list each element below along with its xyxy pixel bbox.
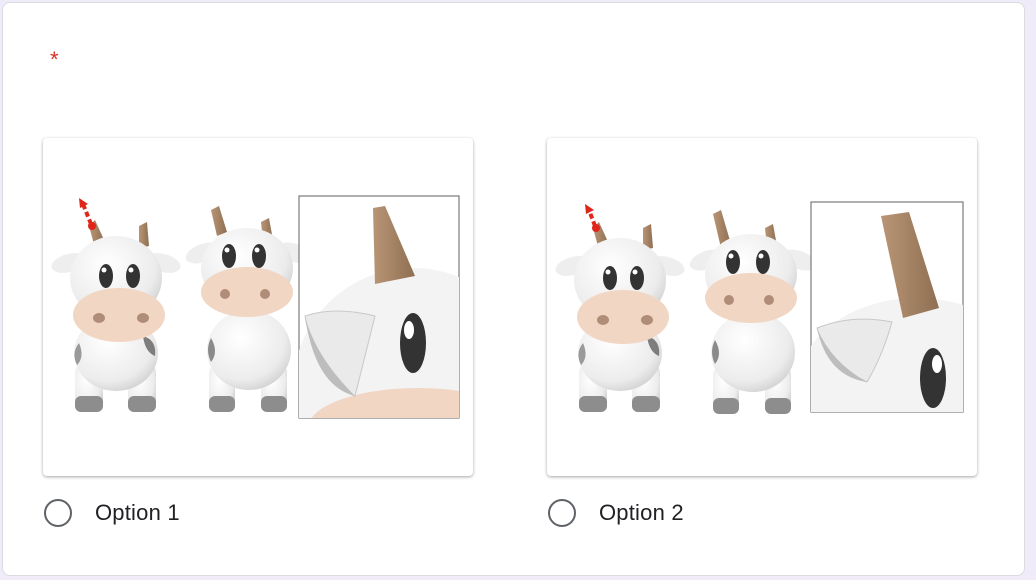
- option-2[interactable]: Option 2: [547, 138, 979, 530]
- option-1[interactable]: Option 1: [43, 138, 475, 530]
- horn-zoom-inset: [298, 195, 460, 419]
- cow-front-view: [555, 204, 685, 412]
- option-1-radio[interactable]: [44, 499, 72, 527]
- option-2-radio[interactable]: [548, 499, 576, 527]
- option-2-image[interactable]: [547, 138, 977, 476]
- red-arrow-icon: [585, 204, 600, 232]
- cow-front-view: [51, 198, 181, 412]
- cow-render-arrow-horn-image: [51, 195, 460, 419]
- cow-side-view: [185, 206, 313, 412]
- option-2-choice[interactable]: Option 2: [547, 496, 979, 530]
- cow-render-arrow-horn-image: [555, 201, 964, 414]
- option-1-label: Option 1: [95, 500, 180, 525]
- option-1-image[interactable]: [43, 138, 473, 476]
- option-1-choice[interactable]: Option 1: [43, 496, 475, 530]
- red-arrow-icon: [79, 198, 96, 230]
- required-asterisk: *: [50, 47, 59, 72]
- cow-side-view: [689, 210, 817, 414]
- question-card: * Option 1 Option 2: [2, 2, 1025, 576]
- horn-zoom-inset: [810, 201, 964, 413]
- option-2-label: Option 2: [599, 500, 684, 525]
